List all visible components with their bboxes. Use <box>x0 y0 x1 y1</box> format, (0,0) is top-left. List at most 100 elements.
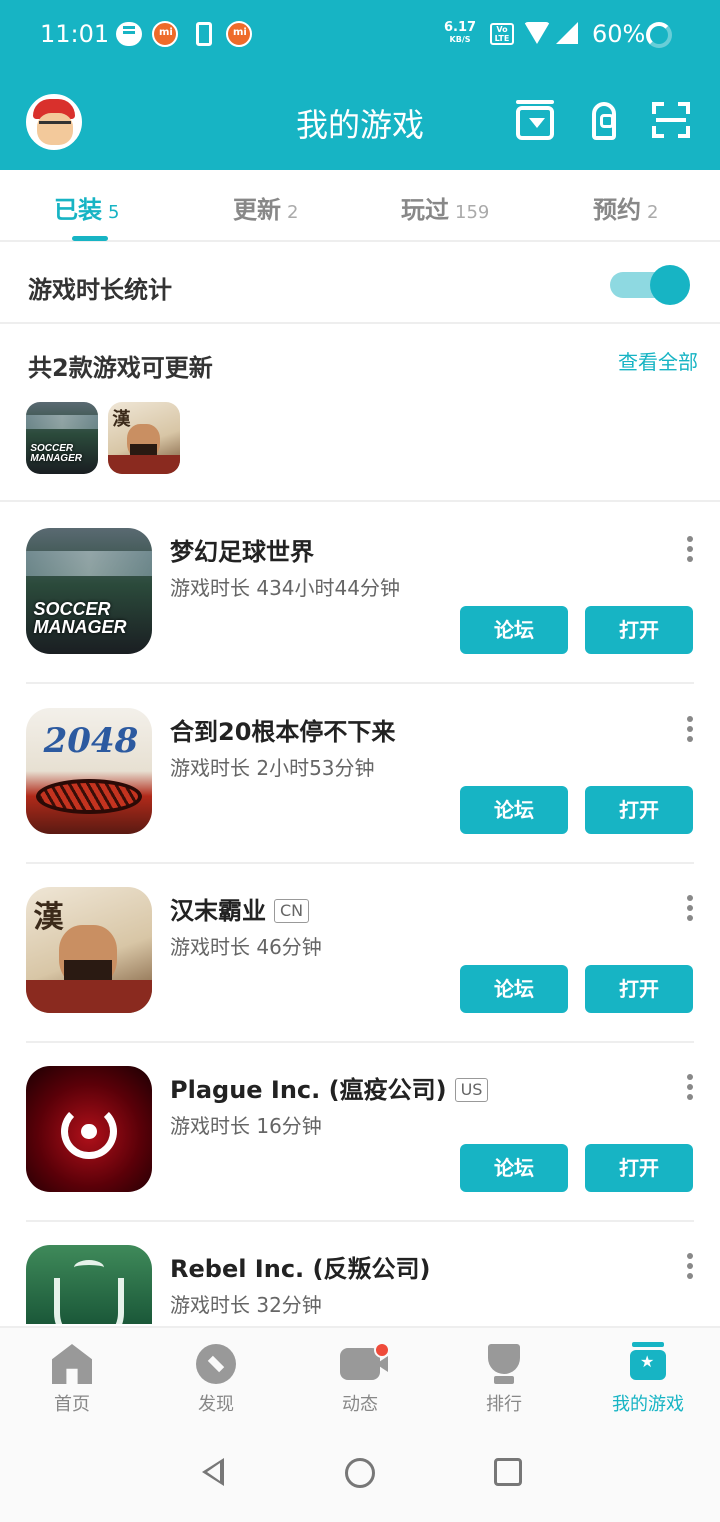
battery-percent: 60% <box>592 20 646 48</box>
active-tab-indicator <box>72 236 108 241</box>
game-title: Plague Inc. (瘟疫公司) <box>170 1076 447 1104</box>
installed-games-list: SOCCER MANAGER 梦幻足球世界 游戏时长 434小时44分钟 论坛 … <box>0 504 720 1324</box>
more-options-icon[interactable] <box>684 716 696 742</box>
tab-installed[interactable]: 已装 5 <box>54 190 119 225</box>
list-item[interactable]: Plague Inc. (瘟疫公司) US 游戏时长 16分钟 论坛 打开 <box>0 1042 720 1222</box>
mi-notification-icon-2 <box>226 21 252 47</box>
home-icon <box>52 1344 92 1384</box>
more-options-icon[interactable] <box>684 1074 696 1100</box>
game-playtime: 游戏时长 434小时44分钟 <box>170 576 400 600</box>
scan-icon[interactable] <box>652 102 690 138</box>
status-bar: 11:01 6.17KB/S Vo LTE 60% <box>0 0 720 70</box>
game-playtime: 游戏时长 16分钟 <box>170 1114 322 1138</box>
view-all-link[interactable]: 查看全部 <box>618 346 698 375</box>
han-dynasty-icon[interactable]: 漢 <box>108 402 180 474</box>
nav-feed[interactable]: 动态 <box>288 1328 432 1424</box>
notification-badge <box>374 1342 390 1358</box>
more-options-icon[interactable] <box>684 895 696 921</box>
playtime-stats-toggle[interactable] <box>610 265 690 305</box>
open-button[interactable]: 打开 <box>585 965 693 1013</box>
nav-label: 首页 <box>54 1394 90 1415</box>
tab-count: 2 <box>647 202 659 223</box>
list-item[interactable]: SOCCER MANAGER 梦幻足球世界 游戏时长 434小时44分钟 论坛 … <box>0 504 720 684</box>
soccer-manager-icon[interactable]: SOCCER MANAGER <box>26 528 152 654</box>
more-options-icon[interactable] <box>684 1253 696 1279</box>
icon-text: 2048 <box>43 720 139 761</box>
my-games-icon <box>630 1342 666 1380</box>
app-header: 11:01 6.17KB/S Vo LTE 60% 我的游戏 <box>0 0 720 170</box>
updates-section: 共2款游戏可更新 查看全部 SOCCER MANAGER 漢 <box>0 326 720 502</box>
rebel-shield-icon[interactable] <box>26 1245 152 1324</box>
list-item[interactable]: Rebel Inc. (反叛公司) 游戏时长 32分钟 <box>0 1221 720 1324</box>
tab-reserved[interactable]: 预约 2 <box>593 190 658 225</box>
tab-count: 5 <box>108 202 120 223</box>
playtime-stats-label: 游戏时长统计 <box>28 276 172 304</box>
game-name: 梦幻足球世界 <box>170 532 314 567</box>
game-title: 合到20根本停不下来 <box>170 718 396 746</box>
plague-biohazard-icon[interactable] <box>26 1066 152 1192</box>
toggle-knob <box>650 265 690 305</box>
tab-label: 已装 <box>54 196 102 224</box>
message-notification-icon <box>116 22 142 46</box>
rocket-icon[interactable] <box>592 102 616 140</box>
han-dynasty-icon[interactable]: 漢 <box>26 887 152 1013</box>
tab-label: 玩过 <box>401 196 449 224</box>
updates-title: 共2款游戏可更新 <box>28 354 213 382</box>
open-button[interactable]: 打开 <box>585 786 693 834</box>
icon-text: 漢 <box>33 900 64 936</box>
game-title: 梦幻足球世界 <box>170 538 314 566</box>
nav-discover[interactable]: 发现 <box>144 1328 288 1424</box>
home-circle-icon[interactable] <box>345 1458 375 1488</box>
volte-icon: Vo LTE <box>490 23 514 45</box>
cell-signal-icon <box>556 22 578 44</box>
open-button[interactable]: 打开 <box>585 1144 693 1192</box>
net-speed: 6.17 KB/S <box>444 20 477 46</box>
nav-my-games[interactable]: 我的游戏 <box>576 1328 720 1424</box>
compass-icon <box>196 1344 236 1384</box>
nav-label: 我的游戏 <box>612 1394 684 1415</box>
tab-label: 预约 <box>593 196 641 224</box>
nav-label: 发现 <box>198 1394 234 1415</box>
playtime-stats-row: 游戏时长统计 <box>0 242 720 324</box>
nav-label: 动态 <box>342 1394 378 1415</box>
battery-icon <box>646 22 672 48</box>
list-item[interactable]: 2048 合到20根本停不下来 游戏时长 2小时53分钟 论坛 打开 <box>0 684 720 864</box>
tab-played[interactable]: 玩过 159 <box>401 190 489 225</box>
2048-icon[interactable]: 2048 <box>26 708 152 834</box>
open-button[interactable]: 打开 <box>585 606 693 654</box>
soccer-manager-icon[interactable]: SOCCER MANAGER <box>26 402 98 474</box>
wifi-icon <box>524 22 550 44</box>
icon-text: SOCCER MANAGER <box>30 442 82 464</box>
game-name: Rebel Inc. (反叛公司) <box>170 1249 430 1284</box>
forum-button[interactable]: 论坛 <box>460 786 568 834</box>
nav-ranking[interactable]: 排行 <box>432 1328 576 1424</box>
forum-button[interactable]: 论坛 <box>460 606 568 654</box>
tab-count: 159 <box>455 202 490 223</box>
game-title: Rebel Inc. (反叛公司) <box>170 1255 431 1283</box>
game-name: Plague Inc. (瘟疫公司) US <box>170 1070 489 1105</box>
download-notification-icon <box>196 22 212 46</box>
tab-count: 2 <box>287 202 299 223</box>
game-name: 合到20根本停不下来 <box>170 712 395 747</box>
net-speed-value: 6.17 <box>444 20 477 35</box>
region-badge: US <box>454 1078 489 1102</box>
download-manager-icon[interactable] <box>516 100 554 140</box>
game-playtime: 游戏时长 46分钟 <box>170 935 322 959</box>
more-options-icon[interactable] <box>684 536 696 562</box>
game-playtime: 游戏时长 32分钟 <box>170 1293 322 1317</box>
nav-label: 排行 <box>486 1394 522 1415</box>
nav-home[interactable]: 首页 <box>0 1328 144 1424</box>
trophy-icon <box>488 1344 520 1384</box>
tab-bar: 已装 5 更新 2 玩过 159 预约 2 <box>0 170 720 242</box>
tab-updates[interactable]: 更新 2 <box>233 190 298 225</box>
recent-apps-icon[interactable] <box>494 1458 522 1486</box>
status-time: 11:01 <box>40 20 110 48</box>
forum-button[interactable]: 论坛 <box>460 1144 568 1192</box>
bottom-nav: 首页 发现 动态 排行 我的游戏 <box>0 1326 720 1422</box>
game-title: 汉末霸业 <box>170 897 266 925</box>
tab-label: 更新 <box>233 196 281 224</box>
forum-button[interactable]: 论坛 <box>460 965 568 1013</box>
list-item[interactable]: 漢 汉末霸业 CN 游戏时长 46分钟 论坛 打开 <box>0 863 720 1043</box>
back-icon[interactable] <box>202 1458 224 1486</box>
game-name: 汉末霸业 CN <box>170 891 310 926</box>
